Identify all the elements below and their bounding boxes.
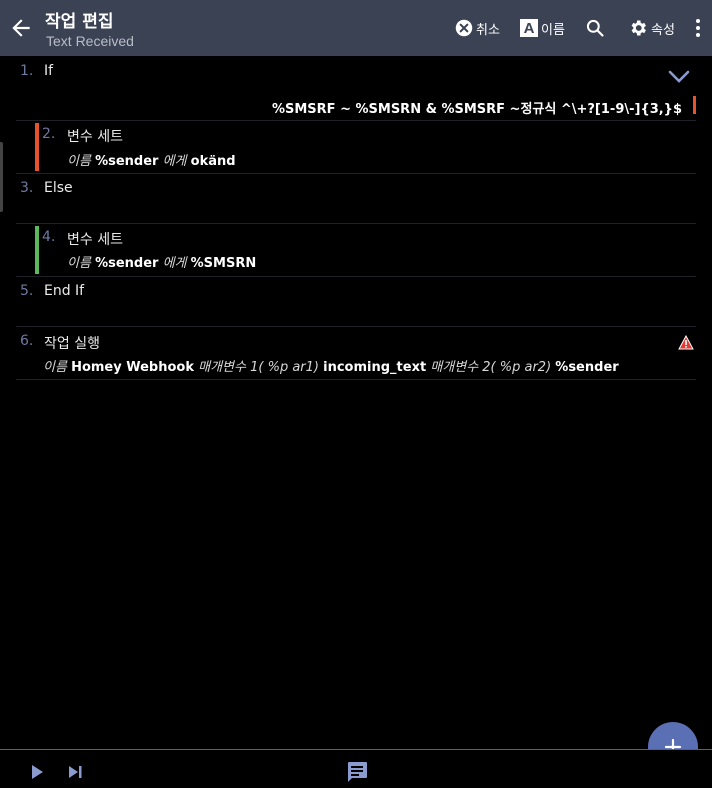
if-condition: %SMSRF ~ %SMSRN & %SMSRF ~정규식 ^\+?[1-9\-… bbox=[271, 102, 682, 117]
cancel-label: 취소 bbox=[476, 22, 500, 38]
action-label: 변수 세트 bbox=[67, 232, 123, 248]
comment-icon bbox=[348, 762, 367, 782]
side-drawer-handle[interactable] bbox=[0, 142, 3, 212]
page-subtitle: Text Received bbox=[46, 33, 134, 49]
if-condition-marker bbox=[693, 96, 696, 114]
search-button[interactable] bbox=[585, 14, 605, 42]
step-button[interactable] bbox=[66, 763, 84, 785]
properties-label: 속성 bbox=[651, 22, 675, 38]
play-icon bbox=[32, 765, 43, 779]
if-block-indicator bbox=[35, 123, 39, 171]
action-label: Else bbox=[44, 180, 73, 196]
action-row-if[interactable]: 1. If %SMSRF ~ %SMSRN & %SMSRF ~정규식 ^\+?… bbox=[16, 56, 696, 121]
action-number: 6. bbox=[20, 333, 34, 349]
action-row-perform-task[interactable]: 6. 작업 실행 이름 Homey Webhook 매개변수 1( %p ar1… bbox=[16, 327, 696, 380]
bottom-bar bbox=[0, 749, 712, 787]
comment-button[interactable] bbox=[345, 760, 369, 788]
chevron-down-icon[interactable] bbox=[668, 70, 690, 84]
action-row-variable-set[interactable]: 4. 변수 세트 이름 %sender 에게 %SMSRN bbox=[16, 224, 696, 277]
play-button[interactable] bbox=[28, 763, 46, 785]
gear-icon bbox=[631, 20, 646, 36]
warning-icon[interactable] bbox=[678, 335, 694, 350]
action-row-else[interactable]: 3. Else bbox=[16, 174, 696, 224]
action-detail: 이름 %sender 에게 okänd bbox=[67, 154, 236, 169]
else-block-indicator bbox=[35, 226, 39, 274]
action-number: 3. bbox=[20, 180, 34, 196]
action-number: 4. bbox=[42, 229, 56, 245]
app-bar: 작업 편집 Text Received 취소 A 이름 속성 bbox=[0, 0, 712, 56]
action-row-end-if[interactable]: 5. End If bbox=[16, 277, 696, 327]
text-a-icon: A bbox=[520, 19, 538, 37]
properties-button[interactable]: 속성 bbox=[628, 14, 675, 42]
action-row-variable-set[interactable]: 2. 변수 세트 이름 %sender 에게 okänd bbox=[16, 121, 696, 174]
cancel-circle-icon bbox=[455, 19, 473, 37]
name-button[interactable]: A 이름 bbox=[520, 14, 565, 42]
skip-next-icon bbox=[69, 766, 82, 778]
action-number: 1. bbox=[20, 63, 34, 79]
overflow-menu-button[interactable] bbox=[692, 14, 704, 42]
action-detail: 이름 Homey Webhook 매개변수 1( %p ar1) incomin… bbox=[43, 360, 619, 375]
action-label: End If bbox=[44, 283, 85, 299]
arrow-left-icon bbox=[12, 19, 30, 37]
action-label: 변수 세트 bbox=[67, 129, 123, 145]
name-label: 이름 bbox=[541, 22, 565, 38]
more-vertical-icon bbox=[696, 19, 700, 37]
action-label: If bbox=[44, 63, 54, 79]
action-number: 5. bbox=[20, 283, 34, 299]
page-title: 작업 편집 bbox=[45, 12, 114, 32]
action-detail: 이름 %sender 에게 %SMSRN bbox=[67, 256, 257, 271]
action-number: 2. bbox=[42, 126, 56, 142]
cancel-button[interactable]: 취소 bbox=[455, 14, 500, 42]
action-label: 작업 실행 bbox=[44, 336, 100, 352]
search-icon bbox=[586, 19, 604, 37]
back-button[interactable] bbox=[8, 15, 34, 41]
